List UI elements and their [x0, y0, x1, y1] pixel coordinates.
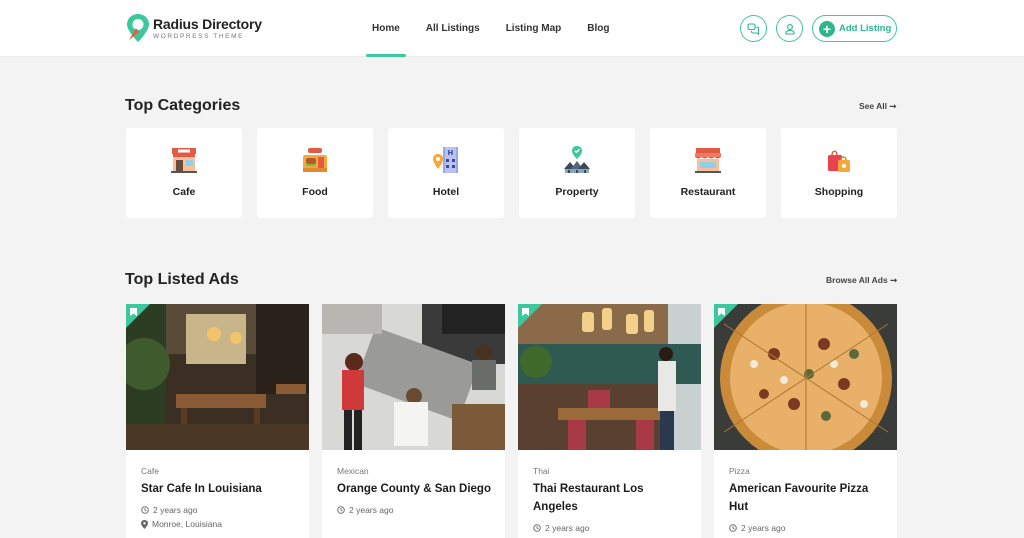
category-label: Cafe	[172, 186, 196, 198]
logo-subtitle: WordPress Theme	[153, 32, 245, 40]
listing-time: 2 years ago	[337, 505, 493, 515]
listing-card[interactable]: Cafe Star Cafe In Louisiana 2 years ago …	[126, 304, 309, 538]
listing-card[interactable]: Mexican Orange County & San Diego 2 year…	[322, 304, 505, 538]
listing-title[interactable]: Star Cafe In Louisiana	[141, 480, 297, 498]
listing-time: 2 years ago	[533, 523, 689, 533]
category-card-cafe[interactable]: Cafe	[126, 128, 242, 218]
nav-blog[interactable]: Blog	[587, 0, 609, 57]
listing-image-kitchen-staff[interactable]	[322, 304, 505, 450]
listing-image-pizza[interactable]	[714, 304, 897, 450]
hotel-icon: H	[433, 147, 458, 173]
category-card-hotel[interactable]: H Hotel	[388, 128, 504, 218]
category-label: Food	[302, 186, 328, 198]
category-card-restaurant[interactable]: Restaurant	[650, 128, 766, 218]
cafe-icon	[171, 148, 197, 173]
category-label: Shopping	[814, 186, 864, 198]
shopping-icon	[828, 150, 850, 172]
logo-title: Radius Directory	[153, 15, 262, 32]
add-listing-label: Add Listing	[839, 23, 892, 34]
plus-icon: +	[819, 20, 835, 37]
clock-icon	[729, 524, 737, 532]
nav-all-listings[interactable]: All Listings	[426, 0, 480, 57]
add-listing-button[interactable]: + Add Listing	[812, 15, 897, 42]
category-card-property[interactable]: Property	[519, 128, 635, 218]
see-all-label: See All	[859, 101, 888, 111]
food-icon	[303, 148, 327, 172]
user-icon	[784, 23, 795, 35]
see-all-link[interactable]: See All ➞	[859, 101, 897, 112]
chat-icon	[747, 22, 760, 35]
listing-category: Cafe	[141, 466, 159, 476]
listing-card[interactable]: Thai Thai Restaurant Los Angeles 2 years…	[518, 304, 701, 538]
listing-time: 2 years ago	[729, 523, 885, 533]
category-card-shopping[interactable]: Shopping	[781, 128, 897, 218]
logo-pin-icon	[127, 14, 149, 42]
listing-category: Mexican	[337, 466, 369, 476]
site-logo[interactable]: Radius Directory WordPress Theme	[126, 13, 262, 43]
nav-home[interactable]: Home	[366, 0, 406, 57]
listing-location: Monroe, Louisiana	[141, 519, 297, 529]
category-card-food[interactable]: Food	[257, 128, 373, 218]
bookmark-icon	[130, 308, 137, 316]
category-label: Hotel	[432, 186, 460, 198]
ads-title: Top Listed Ads	[125, 271, 239, 288]
restaurant-icon	[695, 148, 721, 173]
clock-icon	[533, 524, 541, 532]
nav-listing-map[interactable]: Listing Map	[506, 0, 562, 57]
category-label: Property	[555, 186, 599, 198]
listing-title[interactable]: American Favourite Pizza Hut	[729, 480, 885, 516]
category-label: Restaurant	[680, 186, 736, 198]
listing-card[interactable]: Pizza American Favourite Pizza Hut 2 yea…	[714, 304, 897, 538]
listing-category: Pizza	[729, 466, 750, 476]
svg-text:H: H	[448, 149, 454, 157]
listing-image-thai-restaurant[interactable]	[518, 304, 701, 450]
chat-button[interactable]	[740, 15, 767, 42]
property-icon	[564, 146, 590, 173]
bookmark-icon	[522, 308, 529, 316]
listing-image-cafe-interior[interactable]	[126, 304, 309, 450]
arrow-right-icon: ➞	[889, 101, 897, 111]
clock-icon	[141, 506, 149, 514]
main-nav: Home All Listings Listing Map Blog	[366, 0, 635, 57]
browse-all-ads-link[interactable]: Browse All Ads ➞	[826, 275, 897, 286]
site-header: Radius Directory WordPress Theme Home Al…	[0, 0, 1024, 57]
bookmark-icon	[718, 308, 725, 316]
categories-title: Top Categories	[125, 97, 241, 114]
listing-title[interactable]: Thai Restaurant Los Angeles	[533, 480, 689, 516]
arrow-right-icon: ➞	[890, 275, 898, 285]
clock-icon	[337, 506, 345, 514]
browse-all-label: Browse All Ads	[826, 275, 888, 285]
listing-category: Thai	[533, 466, 550, 476]
listing-time: 2 years ago	[141, 505, 297, 515]
location-pin-icon	[141, 519, 148, 529]
listing-title[interactable]: Orange County & San Diego	[337, 480, 493, 498]
user-button[interactable]	[776, 15, 803, 42]
